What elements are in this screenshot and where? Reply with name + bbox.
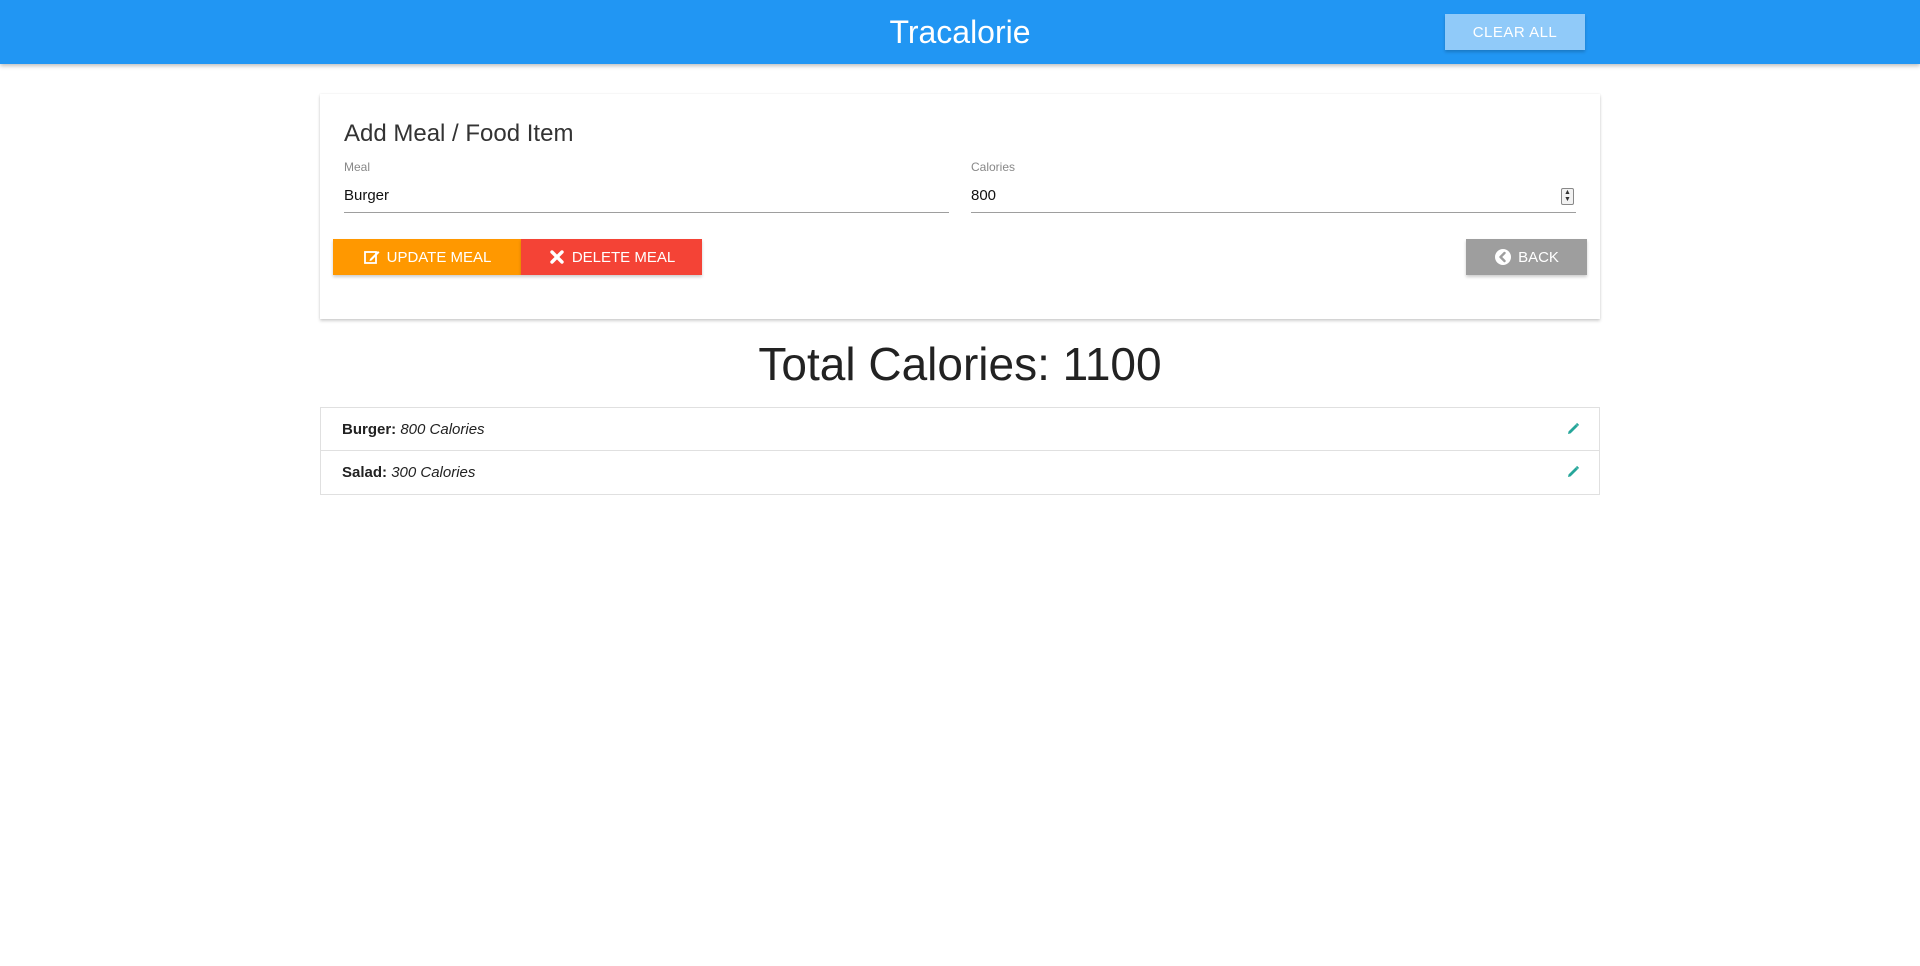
meal-list: Burger: 800 Calories Salad: 300 Calories: [320, 407, 1600, 495]
meal-label: Meal: [344, 160, 371, 174]
calories-label: Calories: [971, 160, 1016, 174]
back-label: BACK: [1518, 248, 1559, 266]
update-meal-button[interactable]: UPDATE MEAL: [333, 239, 521, 275]
meal-input[interactable]: [344, 179, 949, 213]
item-calories: 800 Calories: [400, 421, 485, 438]
clear-all-button[interactable]: CLEAR ALL: [1445, 14, 1585, 50]
stepper-down-icon[interactable]: ▼: [1562, 196, 1573, 203]
item-name: Burger:: [342, 421, 397, 438]
form-title: Add Meal / Food Item: [344, 120, 574, 147]
list-item: Burger: 800 Calories: [321, 408, 1599, 451]
list-item: Salad: 300 Calories: [321, 451, 1599, 494]
chevron-left-circle-icon: [1495, 249, 1512, 265]
pencil-icon[interactable]: [1566, 422, 1580, 436]
edit-icon: [363, 251, 380, 264]
pencil-icon[interactable]: [1566, 465, 1580, 479]
navbar: Tracalorie CLEAR ALL: [0, 0, 1920, 64]
item-calories: 300 Calories: [391, 464, 476, 481]
stepper-up-icon[interactable]: ▲: [1562, 189, 1573, 196]
delete-meal-label: DELETE MEAL: [571, 248, 676, 266]
item-name: Salad:: [342, 464, 388, 481]
delete-meal-button[interactable]: DELETE MEAL: [521, 239, 702, 275]
update-meal-label: UPDATE MEAL: [386, 248, 492, 266]
calories-input[interactable]: [971, 179, 1576, 213]
total-calories: Total Calories: 1100: [758, 338, 1162, 390]
brand-title[interactable]: Tracalorie: [0, 0, 1920, 64]
calories-stepper[interactable]: ▲ ▼: [1561, 188, 1574, 205]
back-button[interactable]: BACK: [1466, 239, 1587, 275]
meal-form-card: Add Meal / Food Item Meal Calories ▲ ▼ U…: [320, 94, 1600, 319]
close-icon: [550, 250, 564, 264]
